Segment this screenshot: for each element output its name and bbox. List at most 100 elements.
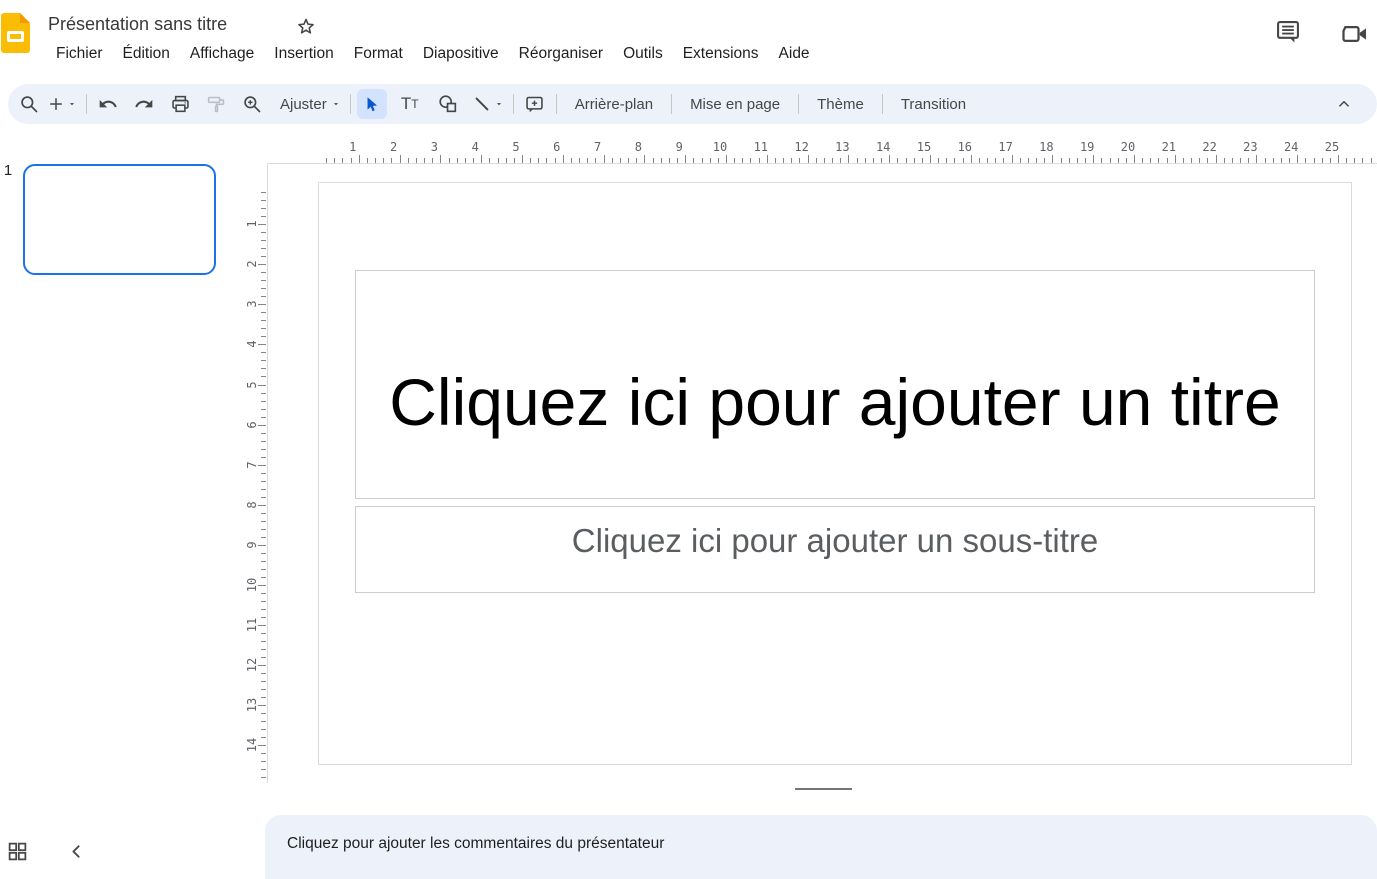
h-ruler-number: 2 — [380, 140, 408, 154]
v-ruler-tick — [261, 529, 266, 530]
h-ruler-tick — [1003, 158, 1004, 163]
shape-icon[interactable] — [433, 89, 463, 119]
subtitle-placeholder[interactable]: Cliquez ici pour ajouter un sous-titre — [355, 506, 1315, 593]
v-ruler-tick — [261, 593, 266, 594]
h-ruler-tick — [1305, 158, 1306, 163]
v-ruler-tick — [261, 497, 266, 498]
menu-reorganiser[interactable]: Réorganiser — [509, 42, 613, 66]
h-ruler-tick — [546, 158, 547, 163]
v-ruler-tick — [258, 625, 266, 626]
v-ruler-tick — [261, 417, 266, 418]
slides-logo[interactable] — [1, 13, 30, 53]
title-placeholder[interactable]: Cliquez ici pour ajouter un titre — [355, 270, 1315, 499]
new-slide-button[interactable] — [44, 89, 80, 119]
h-ruler-tick — [400, 155, 401, 163]
paint-format-icon[interactable] — [201, 89, 231, 119]
document-title[interactable]: Présentation sans titre — [48, 14, 227, 35]
v-ruler-tick — [261, 657, 266, 658]
h-ruler-tick — [1028, 158, 1029, 163]
menu-edition[interactable]: Édition — [113, 42, 180, 66]
v-ruler-tick — [258, 264, 266, 265]
v-ruler-tick — [261, 489, 266, 490]
speaker-notes-panel[interactable]: Cliquez pour ajouter les commentaires du… — [265, 815, 1377, 879]
h-ruler-tick — [661, 158, 662, 163]
v-ruler-number: 3 — [245, 289, 259, 319]
h-ruler-tick — [367, 158, 368, 163]
h-ruler-number: 1 — [339, 140, 367, 154]
menu-fichier[interactable]: Fichier — [46, 42, 113, 66]
v-ruler-tick — [261, 240, 266, 241]
menu-affichage[interactable]: Affichage — [180, 42, 264, 66]
text-box-icon-big-t: T — [401, 94, 411, 114]
h-ruler-tick — [750, 158, 751, 163]
h-ruler-tick — [1240, 158, 1241, 163]
h-ruler-tick — [628, 158, 629, 163]
menu-diapositive[interactable]: Diapositive — [413, 42, 509, 66]
zoom-in-icon[interactable] — [237, 89, 267, 119]
h-ruler-tick — [432, 158, 433, 163]
theme-button[interactable]: Thème — [805, 92, 876, 117]
h-ruler-tick — [889, 155, 890, 163]
h-ruler-tick — [457, 158, 458, 163]
h-ruler-tick — [1183, 158, 1184, 163]
h-ruler-tick — [1338, 155, 1339, 163]
search-icon[interactable] — [14, 89, 44, 119]
notes-resize-handle[interactable] — [795, 788, 852, 790]
v-ruler-tick — [258, 545, 266, 546]
h-ruler-tick — [1110, 158, 1111, 163]
v-ruler-number: 5 — [245, 370, 259, 400]
h-ruler-tick — [522, 155, 523, 163]
h-ruler-tick — [1273, 158, 1274, 163]
horizontal-ruler[interactable]: 1234567891011121314151617181920212223242… — [0, 138, 1377, 165]
v-ruler-tick — [261, 649, 266, 650]
h-ruler-tick — [408, 158, 409, 163]
collapse-filmstrip-chevron-left-icon[interactable] — [66, 841, 90, 865]
menu-insertion[interactable]: Insertion — [264, 42, 343, 66]
h-ruler-tick — [783, 158, 784, 163]
h-ruler-tick — [326, 158, 327, 163]
layout-button[interactable]: Mise en page — [678, 92, 792, 117]
hide-menus-chevron-up-icon[interactable] — [1329, 89, 1359, 119]
transition-button[interactable]: Transition — [889, 92, 978, 117]
v-ruler-tick — [261, 777, 266, 778]
line-caret-icon — [494, 99, 504, 109]
line-icon — [472, 94, 492, 114]
h-ruler-tick — [759, 158, 760, 163]
star-icon[interactable] — [295, 16, 319, 40]
h-ruler-tick — [1061, 158, 1062, 163]
video-call-icon[interactable] — [1340, 19, 1370, 49]
h-ruler-tick — [1044, 158, 1045, 163]
menu-aide[interactable]: Aide — [769, 42, 820, 66]
vertical-ruler[interactable]: 1234567891011121314 — [242, 160, 268, 785]
new-slide-caret-icon — [67, 99, 77, 109]
slide-canvas[interactable]: Cliquez ici pour ajouter un titre Clique… — [318, 182, 1352, 765]
redo-icon[interactable] — [129, 89, 159, 119]
select-cursor-icon[interactable] — [357, 89, 387, 119]
v-ruler-tick — [258, 385, 266, 386]
undo-icon[interactable] — [93, 89, 123, 119]
h-ruler-number: 11 — [747, 140, 775, 154]
menu-format[interactable]: Format — [344, 42, 413, 66]
h-ruler-tick — [595, 158, 596, 163]
v-ruler-tick — [261, 328, 266, 329]
v-ruler-tick — [261, 617, 266, 618]
h-ruler-tick — [873, 158, 874, 163]
h-ruler-tick — [938, 158, 939, 163]
text-box-icon[interactable]: TT — [395, 89, 425, 119]
v-ruler-tick — [261, 633, 266, 634]
insert-comment-icon[interactable] — [520, 89, 550, 119]
slide-thumbnail[interactable] — [23, 164, 216, 275]
line-tool-button[interactable] — [469, 89, 507, 119]
toolbar-separator — [556, 94, 557, 114]
background-button[interactable]: Arrière-plan — [563, 92, 665, 117]
v-ruler-tick — [261, 288, 266, 289]
h-ruler-number: 17 — [992, 140, 1020, 154]
print-icon[interactable] — [165, 89, 195, 119]
fit-zoom-button[interactable]: Ajuster — [271, 89, 344, 119]
h-ruler-tick — [334, 158, 335, 163]
comments-icon[interactable] — [1274, 18, 1304, 48]
menu-outils[interactable]: Outils — [613, 42, 673, 66]
h-ruler-tick — [1216, 155, 1217, 163]
menu-extensions[interactable]: Extensions — [673, 42, 769, 66]
grid-view-icon[interactable] — [7, 841, 31, 865]
